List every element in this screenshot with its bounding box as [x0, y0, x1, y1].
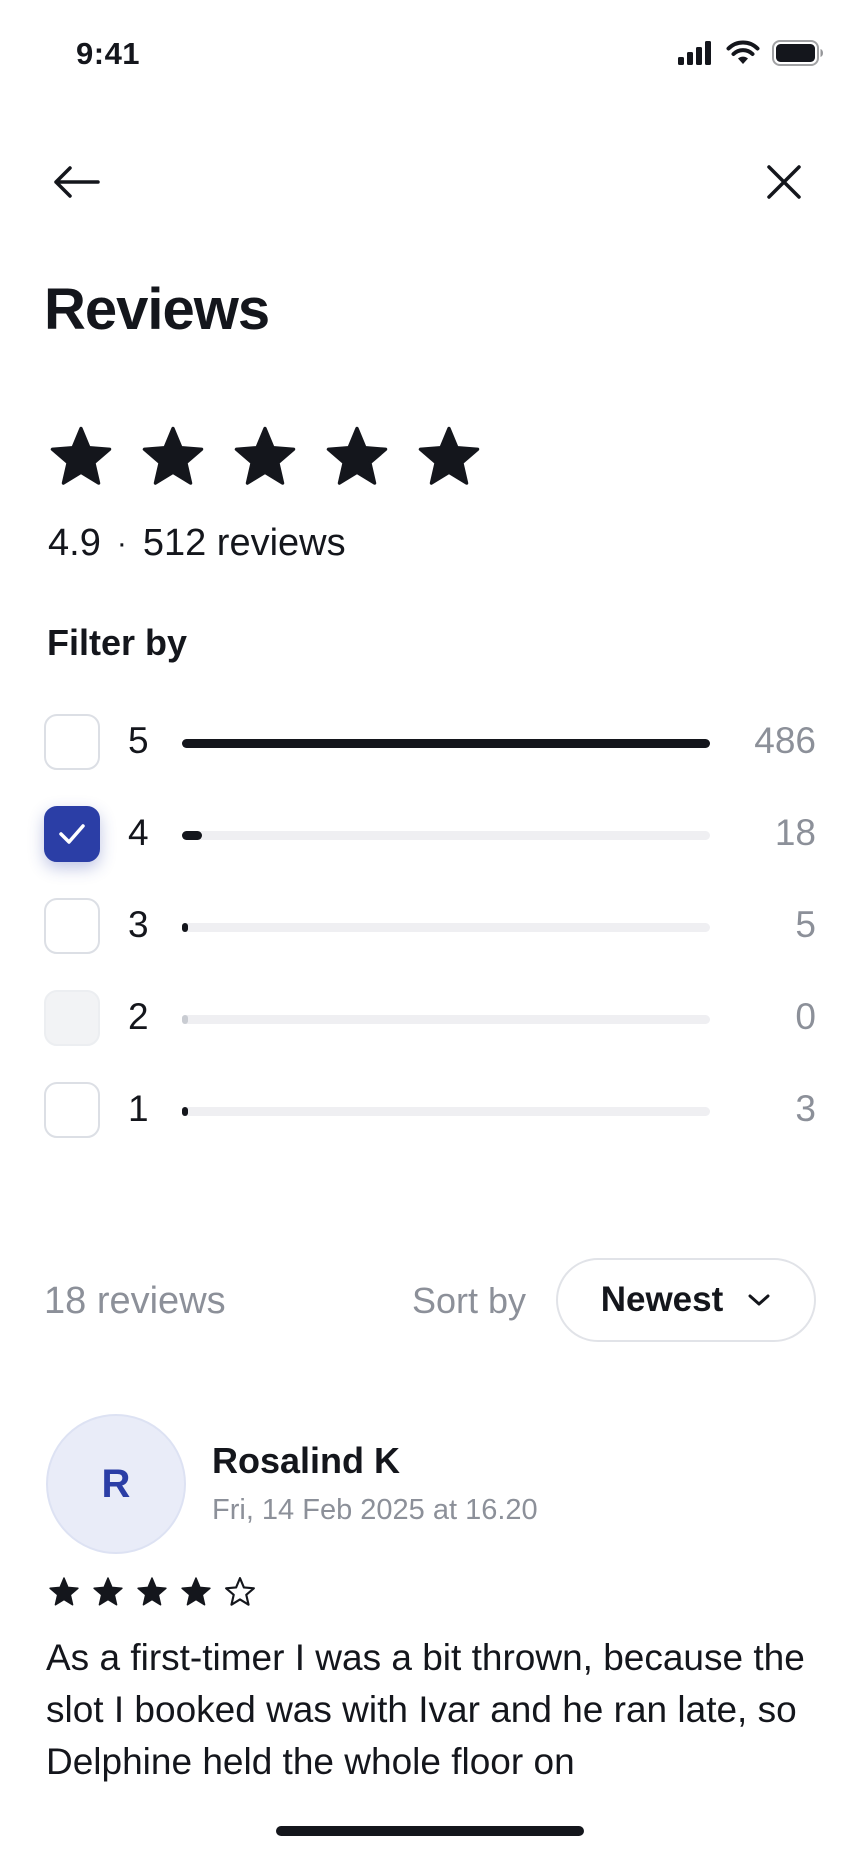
close-icon	[767, 165, 801, 199]
rating-bar-fill	[182, 1015, 188, 1024]
checkmark-icon	[59, 824, 85, 844]
overall-star-rating	[48, 424, 482, 490]
rating-bar-track	[182, 923, 710, 932]
star-filled-icon	[418, 426, 480, 485]
review-list-header: 18 reviews Sort by Newest	[44, 1258, 816, 1342]
rating-bar-track	[182, 1015, 710, 1024]
home-indicator	[276, 1826, 584, 1836]
filter-checkbox[interactable]	[44, 1082, 100, 1138]
filter-checkbox[interactable]	[44, 898, 100, 954]
filter-row-5[interactable]: 5 486	[44, 714, 816, 772]
total-reviews: 512 reviews	[142, 522, 346, 564]
rating-bar-fill	[182, 739, 710, 748]
star-filled-icon	[234, 426, 296, 485]
star-filled-icon	[49, 1577, 79, 1606]
close-button[interactable]	[752, 150, 816, 214]
rating-count: 18	[774, 812, 816, 853]
star-level-label: 4	[128, 812, 149, 853]
status-icons	[678, 40, 824, 71]
rating-bar-fill	[182, 1107, 188, 1116]
sort-value: Newest	[600, 1280, 724, 1319]
filter-row-2: 2 0	[44, 990, 816, 1048]
page-title: Reviews	[44, 277, 270, 342]
rating-bar-track	[182, 831, 710, 840]
rating-bar-fill	[182, 923, 188, 932]
avatar: R	[46, 1414, 186, 1554]
filter-row-3[interactable]: 3 5	[44, 898, 816, 956]
star-filled-icon	[326, 426, 388, 485]
top-nav	[0, 150, 860, 214]
sort-dropdown[interactable]: Newest	[556, 1258, 816, 1342]
results-count: 18 reviews	[44, 1280, 226, 1322]
rating-bar-fill	[182, 831, 202, 840]
filter-checkbox	[44, 990, 100, 1046]
filter-checkbox[interactable]	[44, 806, 100, 862]
average-rating: 4.9	[48, 522, 101, 564]
rating-bar-track	[182, 1107, 710, 1116]
arrow-left-icon	[54, 166, 100, 198]
rating-bar-track	[182, 739, 710, 748]
filter-checkbox[interactable]	[44, 714, 100, 770]
star-level-label: 1	[128, 1088, 149, 1129]
filter-label: Filter by	[47, 622, 188, 663]
rating-count: 0	[795, 996, 816, 1037]
wifi-icon	[726, 40, 760, 71]
status-bar: 9:41	[0, 0, 860, 110]
star-level-label: 5	[128, 720, 149, 761]
rating-count: 3	[795, 1088, 816, 1129]
reviewer-name: Rosalind K	[212, 1440, 401, 1481]
star-outline-icon	[225, 1577, 255, 1606]
cellular-signal-icon	[678, 41, 714, 70]
rating-count: 486	[754, 720, 816, 761]
star-filled-icon	[50, 426, 112, 485]
separator-dot: ·	[116, 526, 127, 560]
filter-row-4[interactable]: 4 18	[44, 806, 816, 864]
back-button[interactable]	[44, 150, 108, 214]
battery-icon	[772, 40, 824, 71]
review-text: As a first-timer I was a bit thrown, bec…	[46, 1637, 805, 1782]
filter-row-1[interactable]: 1 3	[44, 1082, 816, 1140]
chevron-down-icon	[748, 1294, 770, 1306]
status-time: 9:41	[76, 36, 141, 71]
star-filled-icon	[137, 1577, 167, 1606]
rating-summary: 4.9 · 512 reviews	[48, 522, 346, 565]
sort-label: Sort by	[412, 1280, 527, 1321]
star-filled-icon	[142, 426, 204, 485]
rating-count: 5	[795, 904, 816, 945]
review-date: Fri, 14 Feb 2025 at 16.20	[212, 1494, 538, 1526]
star-filled-icon	[93, 1577, 123, 1606]
star-level-label: 2	[128, 996, 149, 1037]
review-star-rating	[48, 1576, 256, 1608]
star-level-label: 3	[128, 904, 149, 945]
star-filled-icon	[181, 1577, 211, 1606]
